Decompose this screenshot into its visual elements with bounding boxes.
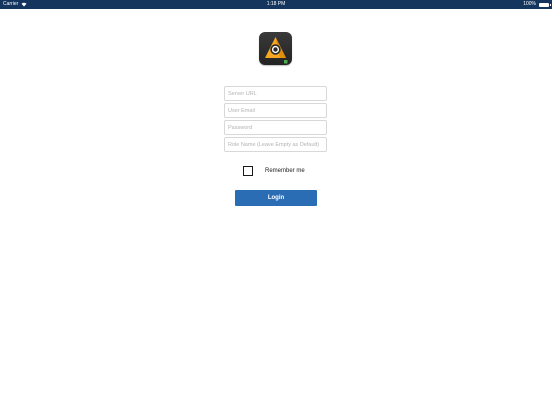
login-screen: Carrier 1:18 PM 100% Remember me (0, 0, 552, 414)
login-button[interactable]: Login (235, 190, 317, 206)
remember-me-checkbox[interactable] (243, 165, 253, 176)
remember-me-label: Remember me (265, 167, 305, 174)
status-time: 1:18 PM (266, 1, 286, 7)
battery-icon (539, 2, 551, 7)
password-input[interactable] (224, 120, 327, 135)
app-logo-icon (259, 32, 292, 65)
user-email-input[interactable] (224, 103, 327, 118)
server-url-input[interactable] (224, 86, 327, 101)
remember-me-row: Remember me (243, 165, 305, 176)
battery-percent: 100% (523, 1, 536, 7)
status-right: 100% (523, 0, 551, 9)
status-bar: Carrier 1:18 PM 100% (0, 0, 552, 9)
role-name-input[interactable] (224, 137, 327, 152)
